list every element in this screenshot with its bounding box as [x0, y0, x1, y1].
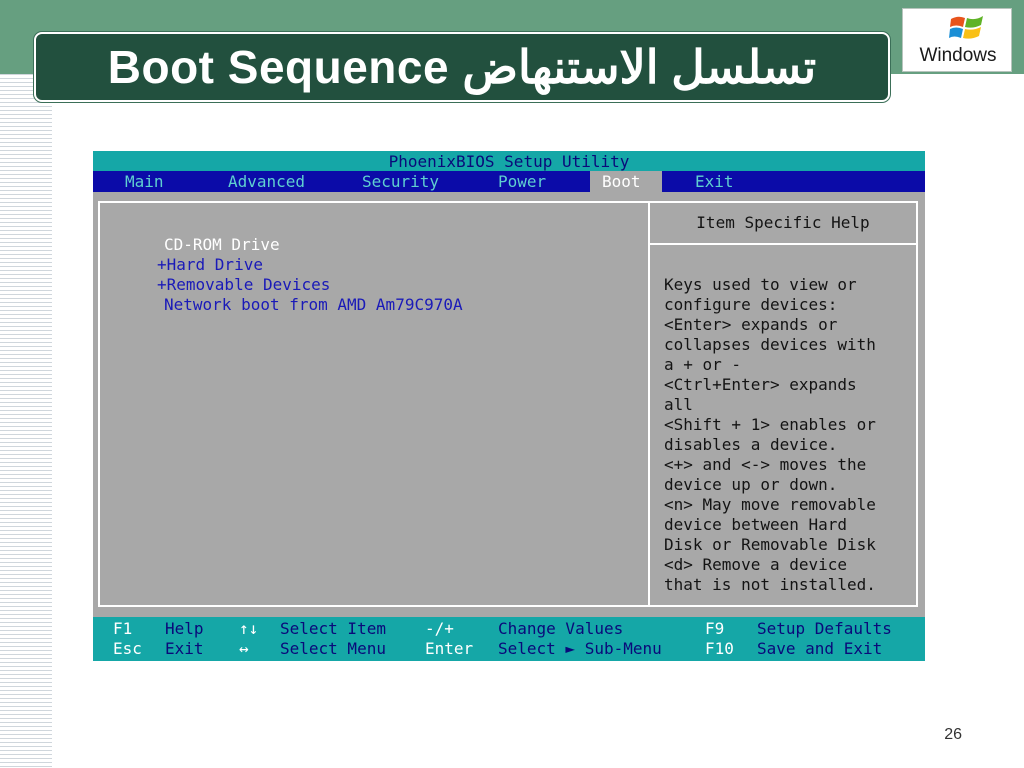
slide-left-stripes — [0, 74, 52, 768]
bios-title: PhoenixBIOS Setup Utility — [93, 151, 925, 171]
help-line: <d> Remove a device — [664, 555, 848, 574]
boot-item-hard-drive[interactable]: +Hard Drive — [157, 255, 263, 275]
menu-power[interactable]: Power — [498, 171, 546, 192]
help-line: that is not installed. — [664, 575, 876, 594]
key-esc-desc: Exit — [165, 639, 204, 658]
help-line: <n> May move removable — [664, 495, 876, 514]
bios-key-legend: F1 Help ↑↓ Select Item -/+ Change Values… — [93, 617, 925, 661]
boot-order-panel: CD-ROM Drive +Hard Drive +Removable Devi… — [98, 201, 648, 607]
key-arrows-leftright: ↔ — [239, 639, 249, 658]
help-line: <+> and <-> moves the — [664, 455, 867, 474]
boot-item-network[interactable]: Network boot from AMD Am79C970A — [164, 295, 463, 315]
key-arrows-updown: ↑↓ — [239, 619, 259, 638]
key-f10-desc: Save and Exit — [757, 639, 883, 658]
key-minus-plus-desc: Change Values — [498, 619, 624, 638]
boot-item-cdrom[interactable]: CD-ROM Drive — [164, 235, 280, 255]
page-number: 26 — [944, 726, 962, 743]
help-line: all — [664, 395, 693, 414]
menu-advanced[interactable]: Advanced — [228, 171, 305, 192]
menu-exit[interactable]: Exit — [695, 171, 734, 192]
key-arrows-leftright-desc: Select Menu — [280, 639, 386, 658]
help-line: <Shift + 1> enables or — [664, 415, 876, 434]
help-line: Keys used to view or — [664, 275, 857, 294]
slide-title: Boot Sequence تسلسل الاستنهاض — [107, 41, 817, 93]
menu-security[interactable]: Security — [362, 171, 439, 192]
key-f10: F10 — [705, 639, 734, 658]
windows-logo: Windows — [902, 8, 1012, 72]
key-esc: Esc — [113, 639, 142, 658]
slide-title-box: Boot Sequence تسلسل الاستنهاض — [34, 32, 890, 102]
help-line: configure devices: — [664, 295, 838, 314]
windows-logo-text: Windows — [919, 45, 997, 66]
bios-screen: PhoenixBIOS Setup Utility Main Advanced … — [93, 151, 925, 661]
key-f1-desc: Help — [165, 619, 204, 638]
help-line: Disk or Removable Disk — [664, 535, 876, 554]
key-arrows-updown-desc: Select Item — [280, 619, 386, 638]
help-line: device between Hard — [664, 515, 848, 534]
windows-flag-icon — [949, 16, 983, 39]
help-line: disables a device. — [664, 435, 838, 454]
bios-menubar: Main Advanced Security Power Boot Exit — [93, 171, 925, 192]
help-line: collapses devices with — [664, 335, 876, 354]
key-enter: Enter — [425, 639, 474, 658]
key-minus-plus: -/+ — [425, 619, 454, 638]
help-line: <Enter> expands or — [664, 315, 838, 334]
key-f9-desc: Setup Defaults — [757, 619, 892, 638]
menu-boot[interactable]: Boot — [590, 171, 662, 192]
help-panel: Item Specific Help Keys used to view or … — [648, 201, 918, 607]
help-line: device up or down. — [664, 475, 838, 494]
key-enter-desc: Select ► Sub-Menu — [498, 639, 662, 658]
menu-main[interactable]: Main — [125, 171, 164, 192]
key-f1: F1 — [113, 619, 133, 638]
key-f9: F9 — [705, 619, 725, 638]
help-title: Item Specific Help — [650, 203, 916, 245]
help-line: a + or - — [664, 355, 742, 374]
boot-item-removable[interactable]: +Removable Devices — [157, 275, 330, 295]
help-line: <Ctrl+Enter> expands — [664, 375, 857, 394]
